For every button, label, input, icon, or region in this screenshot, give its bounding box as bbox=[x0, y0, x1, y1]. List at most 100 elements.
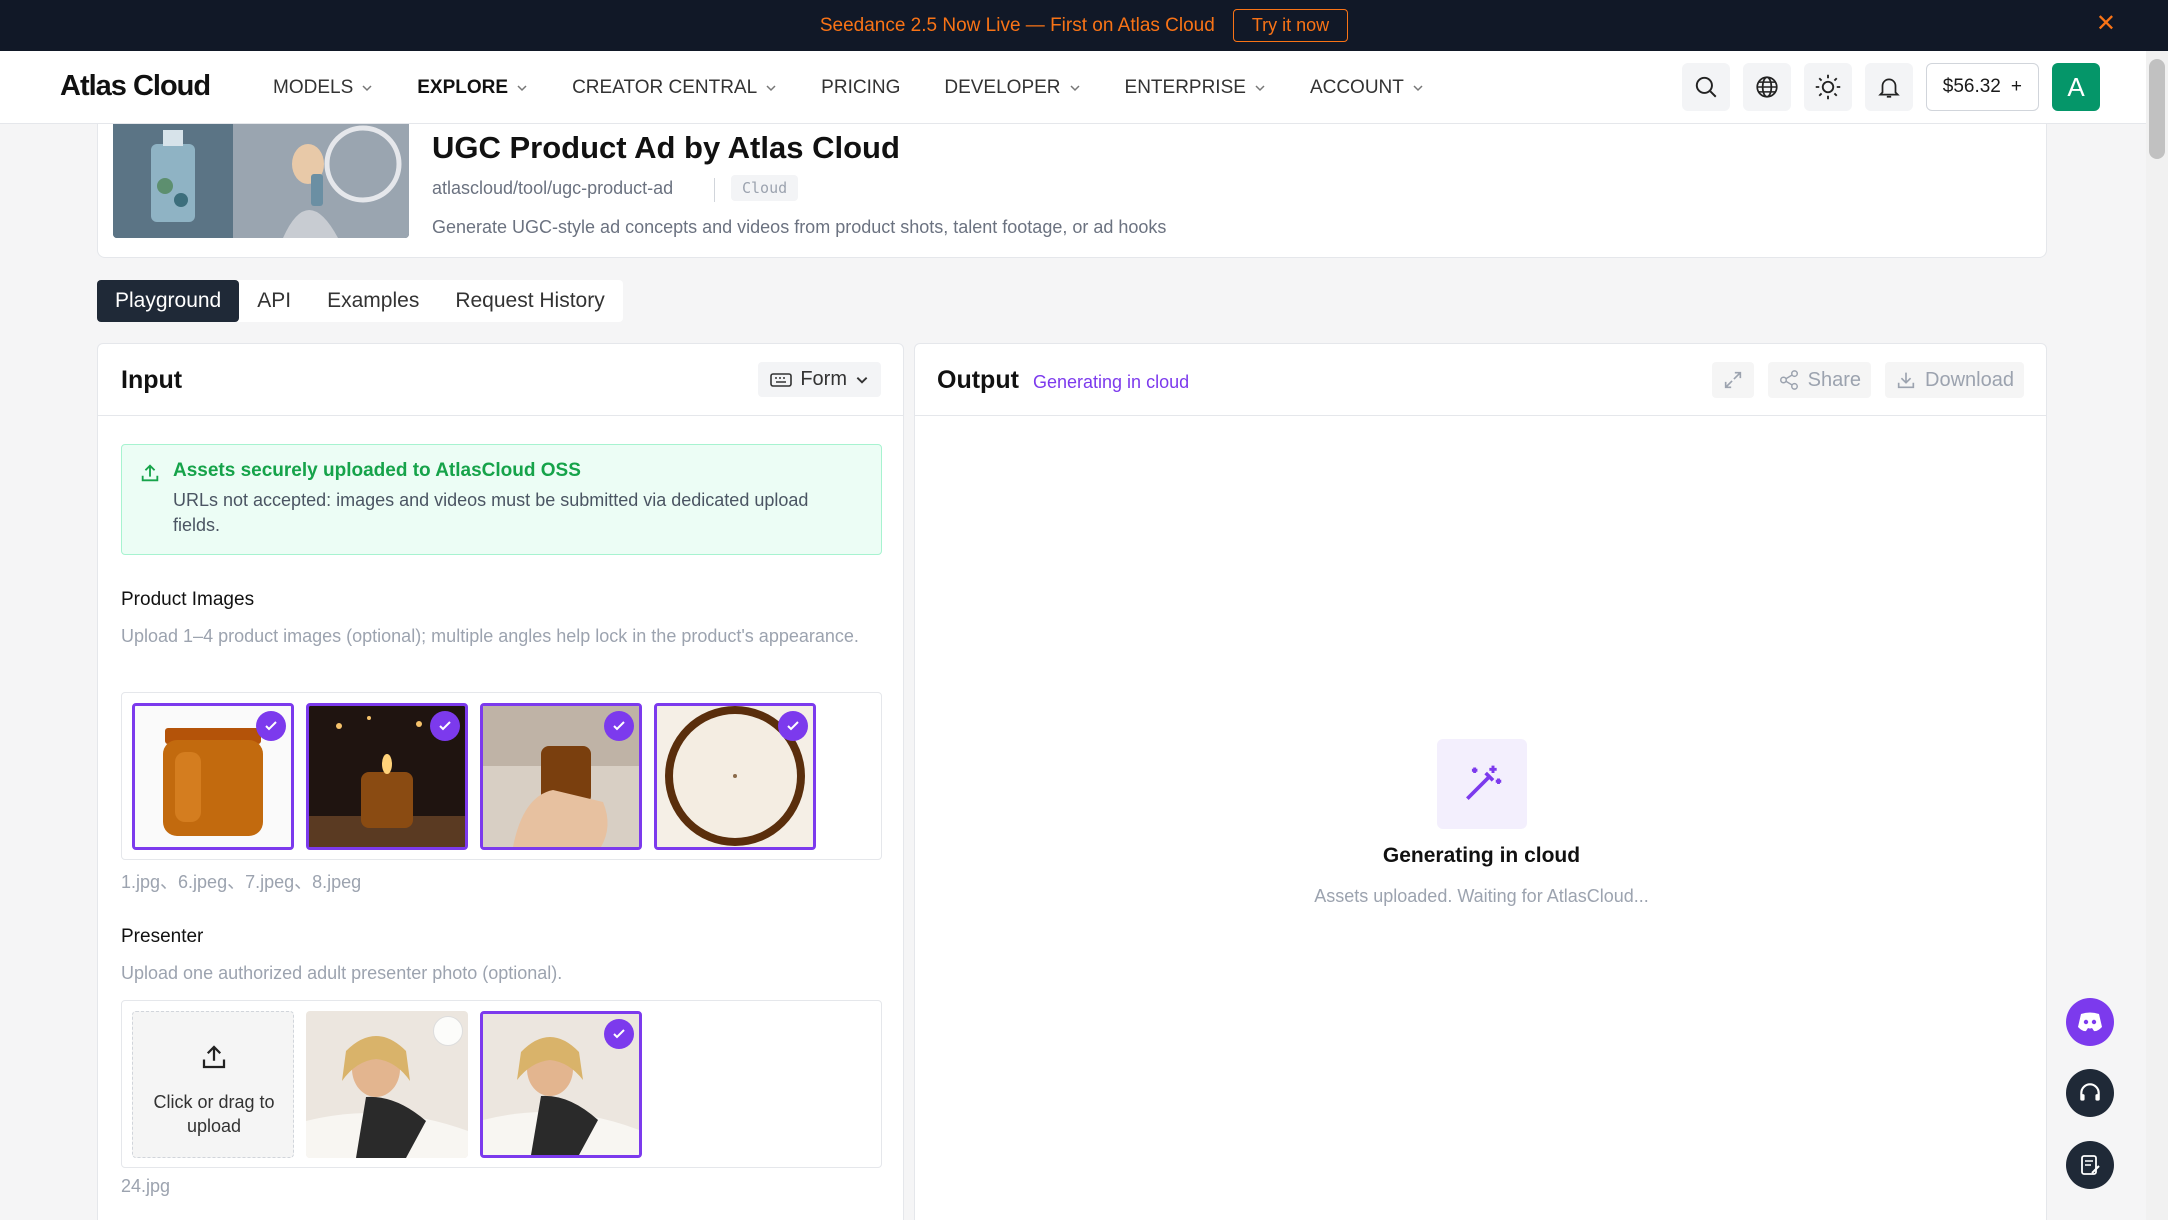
nav-actions: $56.32 + A bbox=[1681, 63, 2100, 111]
product-images-help: Upload 1–4 product images (optional); mu… bbox=[121, 626, 859, 646]
keyboard-icon bbox=[770, 372, 793, 387]
share-label: Share bbox=[1807, 368, 1862, 391]
discord-button[interactable] bbox=[2066, 998, 2114, 1046]
tab-playground[interactable]: Playground bbox=[97, 280, 240, 322]
download-button[interactable]: Download bbox=[1885, 362, 2024, 398]
globe-icon bbox=[1756, 76, 1778, 98]
discord-icon bbox=[2078, 1012, 2102, 1032]
menu-item-creator-central[interactable]: CREATOR CENTRAL bbox=[572, 77, 777, 99]
page-scrollbar[interactable] bbox=[2146, 51, 2168, 1220]
upload-notice: Assets securely uploaded to AtlasCloud O… bbox=[121, 444, 882, 555]
language-button[interactable] bbox=[1742, 63, 1791, 111]
bell-icon bbox=[1878, 78, 1900, 98]
tab-request-history[interactable]: Request History bbox=[437, 280, 622, 322]
presenter-image-tile[interactable] bbox=[480, 1011, 642, 1158]
divider bbox=[714, 178, 715, 202]
output-panel: Output Generating in cloud Share Downloa… bbox=[914, 343, 2047, 1220]
output-title: Output bbox=[937, 366, 1019, 394]
chevron-down-icon bbox=[1255, 84, 1265, 91]
form-mode-dropdown[interactable]: Form bbox=[758, 362, 881, 397]
note-edit-icon bbox=[2081, 1155, 2100, 1175]
menu-item-account[interactable]: ACCOUNT bbox=[1310, 77, 1424, 99]
empty-state-subtitle: Assets uploaded. Waiting for AtlasCloud.… bbox=[1314, 886, 1649, 906]
product-images-label: Product Images bbox=[121, 589, 255, 610]
support-button[interactable] bbox=[2066, 1069, 2114, 1117]
chevron-down-icon bbox=[856, 376, 868, 384]
upload-icon bbox=[141, 464, 159, 482]
search-button[interactable] bbox=[1681, 63, 1730, 111]
theme-toggle[interactable] bbox=[1803, 63, 1852, 111]
tabs: Playground API Examples Request History bbox=[97, 280, 623, 322]
notifications-button[interactable] bbox=[1864, 63, 1913, 111]
product-image-tile[interactable] bbox=[480, 703, 642, 850]
menu-label: MODELS bbox=[273, 76, 354, 98]
main-menu: MODELS EXPLORE CREATOR CENTRAL PRICING D… bbox=[273, 51, 1468, 124]
top-navbar: Atlas Cloud MODELS EXPLORE CREATOR CENTR… bbox=[0, 51, 2146, 124]
menu-label: DEVELOPER bbox=[944, 76, 1061, 98]
menu-label: CREATOR CENTRAL bbox=[572, 76, 758, 98]
menu-item-enterprise[interactable]: ENTERPRISE bbox=[1125, 77, 1266, 99]
selected-check-icon[interactable] bbox=[430, 711, 460, 741]
download-label: Download bbox=[1925, 368, 2014, 391]
sun-icon bbox=[1815, 74, 1841, 100]
product-image-tile[interactable] bbox=[654, 703, 816, 850]
banner-text: Seedance 2.5 Now Live — First on Atlas C… bbox=[819, 14, 1215, 36]
share-icon bbox=[1779, 370, 1798, 390]
share-button[interactable]: Share bbox=[1767, 362, 1872, 398]
menu-item-explore[interactable]: EXPLORE bbox=[417, 77, 528, 99]
cloud-tag: Cloud bbox=[731, 175, 799, 201]
product-image-tile[interactable] bbox=[306, 703, 468, 850]
fullscreen-button[interactable] bbox=[1711, 362, 1754, 398]
balance-button[interactable]: $56.32 + bbox=[1925, 63, 2039, 111]
output-status: Generating in cloud bbox=[1033, 372, 1190, 392]
menu-label: ACCOUNT bbox=[1309, 76, 1404, 98]
output-panel-header: Output Generating in cloud Share Downloa… bbox=[915, 344, 2046, 416]
close-icon[interactable]: ✕ bbox=[2096, 12, 2116, 36]
input-panel-header: Input Form bbox=[98, 344, 903, 416]
product-image-tile[interactable] bbox=[132, 703, 294, 850]
menu-label: PRICING bbox=[821, 76, 901, 98]
presenter-help: Upload one authorized adult presenter ph… bbox=[121, 963, 563, 983]
avatar[interactable]: A bbox=[2052, 63, 2100, 111]
headset-icon bbox=[2080, 1083, 2100, 1101]
upload-icon bbox=[202, 1045, 226, 1069]
unselected-check-icon[interactable] bbox=[433, 1016, 463, 1046]
selected-check-icon[interactable] bbox=[604, 711, 634, 741]
presenter-files: 24.jpg bbox=[121, 1176, 171, 1196]
selected-check-icon[interactable] bbox=[256, 711, 286, 741]
menu-item-models[interactable]: MODELS bbox=[273, 77, 373, 99]
product-images-gallery bbox=[121, 692, 882, 860]
output-toolbar: Share Download bbox=[1711, 362, 2024, 398]
search-icon bbox=[1695, 76, 1717, 98]
upload-text: Click or drag to upload bbox=[153, 1092, 275, 1136]
selected-check-icon[interactable] bbox=[778, 711, 808, 741]
notice-title: Assets securely uploaded to AtlasCloud O… bbox=[173, 460, 581, 481]
scrollbar-thumb[interactable] bbox=[2149, 59, 2165, 159]
presenter-label: Presenter bbox=[121, 926, 204, 947]
add-funds-icon: + bbox=[2010, 76, 2022, 97]
input-panel: Input Form Assets securely uploaded to A… bbox=[97, 343, 904, 1220]
tab-examples[interactable]: Examples bbox=[309, 280, 437, 322]
chevron-down-icon bbox=[766, 84, 776, 91]
expand-icon bbox=[1724, 371, 1741, 389]
menu-label: ENTERPRISE bbox=[1124, 76, 1246, 98]
notice-body: URLs not accepted: images and videos mus… bbox=[173, 490, 809, 535]
menu-item-developer[interactable]: DEVELOPER bbox=[944, 77, 1080, 99]
product-images-files: 1.jpg、6.jpeg、7.jpeg、8.jpeg bbox=[121, 872, 362, 892]
menu-item-pricing[interactable]: PRICING bbox=[821, 77, 900, 99]
logo[interactable]: Atlas Cloud bbox=[60, 70, 211, 103]
input-title: Input bbox=[121, 366, 183, 394]
magic-wand-icon bbox=[1437, 739, 1527, 829]
download-icon bbox=[1897, 372, 1915, 389]
page-title: UGC Product Ad by Atlas Cloud bbox=[432, 130, 900, 165]
tool-header-card: UGC Product Ad by Atlas Cloud atlascloud… bbox=[97, 124, 2047, 258]
menu-label: EXPLORE bbox=[417, 76, 509, 98]
selected-check-icon[interactable] bbox=[604, 1019, 634, 1049]
try-it-now-button[interactable]: Try it now bbox=[1232, 9, 1349, 42]
presenter-image-tile[interactable] bbox=[306, 1011, 468, 1158]
feedback-button[interactable] bbox=[2066, 1141, 2114, 1189]
tab-api[interactable]: API bbox=[239, 280, 309, 322]
tool-thumbnail bbox=[113, 124, 409, 238]
upload-dropzone[interactable]: Click or drag to upload bbox=[132, 1011, 294, 1158]
empty-state-title: Generating in cloud bbox=[1382, 844, 1581, 867]
